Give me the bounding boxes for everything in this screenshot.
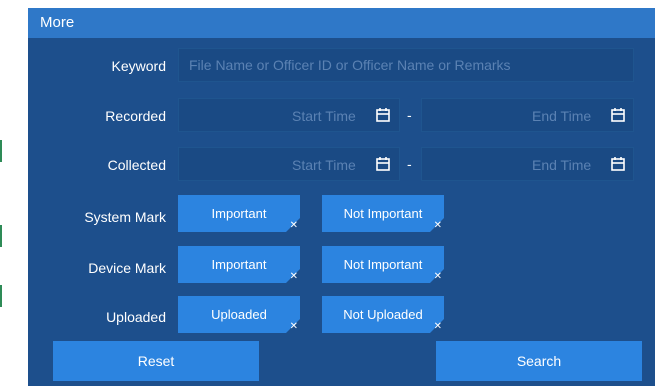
- tag-label: Not Important: [343, 206, 423, 221]
- close-icon[interactable]: [434, 322, 442, 332]
- not-uploaded-tag[interactable]: Not Uploaded: [322, 296, 444, 333]
- panel-title: More: [40, 14, 75, 31]
- collected-end-placeholder: End Time: [532, 157, 592, 173]
- system-mark-not-important-tag[interactable]: Not Important: [322, 195, 444, 232]
- left-edge: [0, 0, 28, 386]
- collected-label: Collected: [107, 157, 166, 173]
- recorded-end-placeholder: End Time: [532, 108, 592, 124]
- close-icon[interactable]: [290, 272, 298, 282]
- close-icon[interactable]: [290, 322, 298, 332]
- collected-start-placeholder: Start Time: [292, 157, 356, 173]
- edge-marker: [0, 285, 2, 307]
- search-button[interactable]: Search: [436, 341, 642, 381]
- edge-marker: [0, 225, 2, 247]
- tag-label: Important: [211, 257, 267, 272]
- tag-label: Not Important: [343, 257, 423, 272]
- calendar-icon[interactable]: [375, 156, 391, 172]
- collected-range-separator: -: [407, 156, 412, 172]
- edge-marker: [0, 140, 2, 162]
- keyword-label: Keyword: [111, 58, 166, 74]
- recorded-start-placeholder: Start Time: [292, 108, 356, 124]
- more-filters-panel: More Keyword Recorded Start Time - End T…: [28, 8, 655, 386]
- device-mark-not-important-tag[interactable]: Not Important: [322, 246, 444, 283]
- calendar-icon[interactable]: [610, 156, 626, 172]
- recorded-end-field[interactable]: End Time: [421, 98, 634, 132]
- tag-label: Important: [211, 206, 267, 221]
- uploaded-label: Uploaded: [106, 309, 166, 325]
- device-mark-important-tag[interactable]: Important: [178, 246, 300, 283]
- calendar-icon[interactable]: [375, 107, 391, 123]
- collected-start-field[interactable]: Start Time: [178, 147, 400, 181]
- collected-end-field[interactable]: End Time: [421, 147, 634, 181]
- recorded-label: Recorded: [105, 108, 166, 124]
- tag-label: Not Uploaded: [343, 307, 423, 322]
- close-icon[interactable]: [434, 221, 442, 231]
- close-icon[interactable]: [434, 272, 442, 282]
- uploaded-tag[interactable]: Uploaded: [178, 296, 300, 333]
- close-icon[interactable]: [290, 221, 298, 231]
- reset-button[interactable]: Reset: [53, 341, 259, 381]
- system-mark-important-tag[interactable]: Important: [178, 195, 300, 232]
- keyword-input[interactable]: [179, 49, 633, 81]
- tag-label: Uploaded: [211, 307, 267, 322]
- keyword-field[interactable]: [178, 48, 634, 82]
- recorded-start-field[interactable]: Start Time: [178, 98, 400, 132]
- calendar-icon[interactable]: [610, 107, 626, 123]
- panel-header: More: [28, 8, 655, 38]
- device-mark-label: Device Mark: [88, 260, 166, 276]
- recorded-range-separator: -: [407, 107, 412, 123]
- system-mark-label: System Mark: [84, 209, 166, 225]
